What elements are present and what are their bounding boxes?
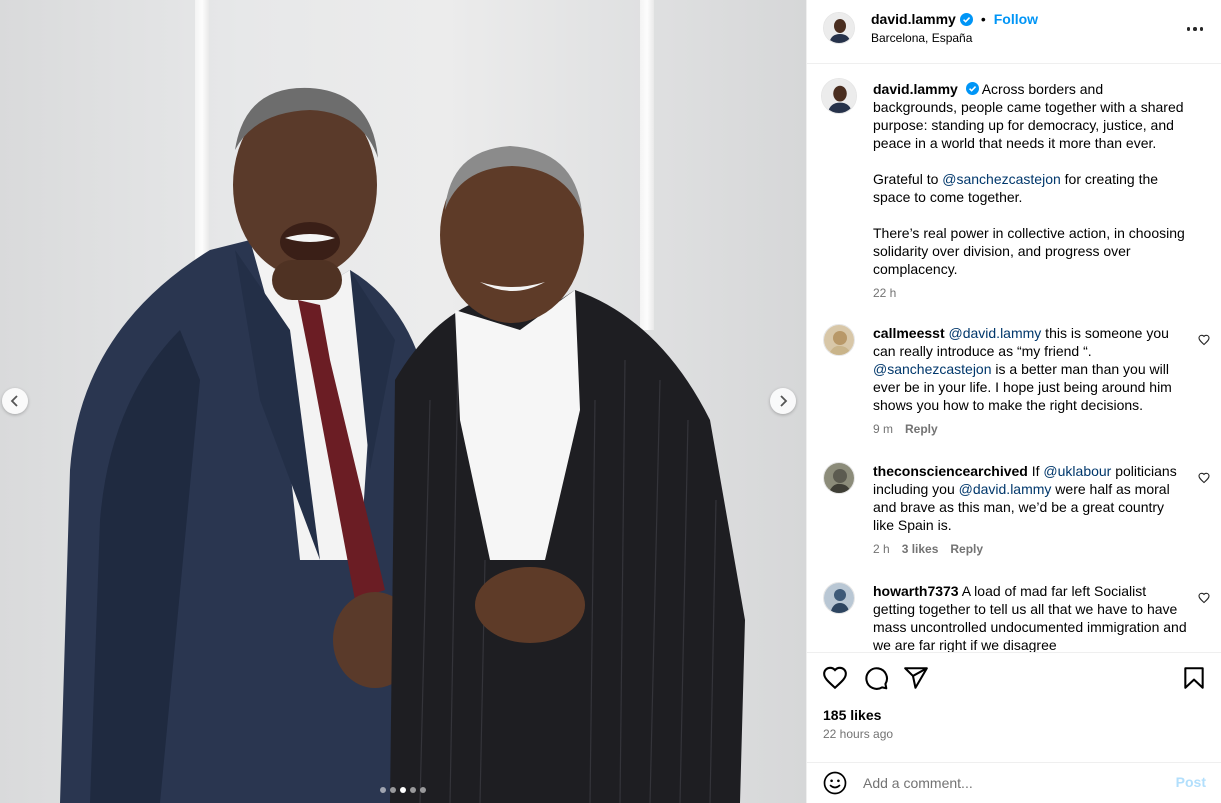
- caption-username[interactable]: david.lammy: [873, 81, 958, 97]
- comment-likes[interactable]: 3 likes: [902, 542, 939, 556]
- comment-username[interactable]: howarth7373: [873, 583, 959, 599]
- verified-badge-icon: [965, 82, 979, 95]
- comment-timestamp[interactable]: 2 h: [873, 542, 890, 556]
- more-options-icon[interactable]: [1184, 19, 1206, 39]
- post-header: david.lammy • Follow Barcelona, España: [807, 0, 1221, 64]
- carousel-indicator: [0, 787, 806, 793]
- mention-link[interactable]: @uklabour: [1043, 463, 1111, 479]
- caption-timestamp[interactable]: 22 h: [873, 286, 896, 300]
- post-modal: david.lammy • Follow Barcelona, España d…: [0, 0, 1221, 803]
- previous-photo-button[interactable]: [2, 388, 28, 414]
- comments-scroll-area[interactable]: david.lammy Across borders and backgroun…: [807, 64, 1221, 652]
- comment-username[interactable]: theconsciencearchived: [873, 463, 1028, 479]
- comment-input[interactable]: [863, 773, 1163, 793]
- post-timestamp[interactable]: 22 hours ago: [823, 727, 893, 741]
- avatar[interactable]: [823, 462, 855, 494]
- post-actions: 185 likes 22 hours ago: [807, 652, 1221, 762]
- comment-timestamp[interactable]: 9 m: [873, 422, 893, 436]
- mention-link[interactable]: @david.lammy: [949, 325, 1042, 341]
- carousel-dot: [410, 787, 416, 793]
- heart-icon[interactable]: [1198, 592, 1210, 604]
- chevron-left-icon: [10, 395, 18, 407]
- verified-badge-icon: [959, 12, 973, 26]
- mention-link[interactable]: @sanchezcastejon: [873, 361, 992, 377]
- mention-link[interactable]: @david.lammy: [959, 481, 1052, 497]
- avatar[interactable]: [823, 582, 855, 614]
- mention-link[interactable]: @sanchezcastejon: [942, 171, 1061, 187]
- carousel-dot-active: [400, 787, 406, 793]
- comment-username[interactable]: callmeesst: [873, 325, 945, 341]
- caption-text: Grateful to: [873, 171, 943, 187]
- avatar[interactable]: [821, 78, 857, 114]
- carousel-dot: [420, 787, 426, 793]
- post-comment-button[interactable]: Post: [1176, 774, 1206, 790]
- heart-icon[interactable]: [1198, 472, 1210, 484]
- likes-count[interactable]: 185 likes: [823, 707, 881, 723]
- reply-button[interactable]: Reply: [905, 422, 938, 436]
- post-side-panel: david.lammy • Follow Barcelona, España d…: [806, 0, 1221, 803]
- caption-paragraph: There’s real power in collective action,…: [873, 225, 1185, 277]
- share-icon[interactable]: [903, 665, 929, 691]
- heart-icon[interactable]: [822, 665, 848, 691]
- carousel-dot: [390, 787, 396, 793]
- emoji-icon[interactable]: [823, 771, 847, 795]
- bookmark-icon[interactable]: [1181, 665, 1207, 691]
- post-location[interactable]: Barcelona, España: [871, 31, 972, 45]
- avatar[interactable]: [823, 324, 855, 356]
- heart-icon[interactable]: [1198, 334, 1210, 346]
- carousel-dot: [380, 787, 386, 793]
- comment-text: If: [1027, 463, 1044, 479]
- follow-button[interactable]: Follow: [994, 11, 1038, 27]
- comment-icon[interactable]: [863, 665, 889, 691]
- header-separator: •: [980, 11, 986, 27]
- next-photo-button[interactable]: [770, 388, 796, 414]
- photo-person-left: [60, 87, 745, 803]
- avatar[interactable]: [823, 12, 855, 44]
- post-photo: [0, 0, 806, 803]
- reply-button[interactable]: Reply: [950, 542, 983, 556]
- post-author-username[interactable]: david.lammy: [871, 11, 956, 27]
- chevron-right-icon: [780, 395, 788, 407]
- add-comment-bar: Post: [807, 762, 1221, 803]
